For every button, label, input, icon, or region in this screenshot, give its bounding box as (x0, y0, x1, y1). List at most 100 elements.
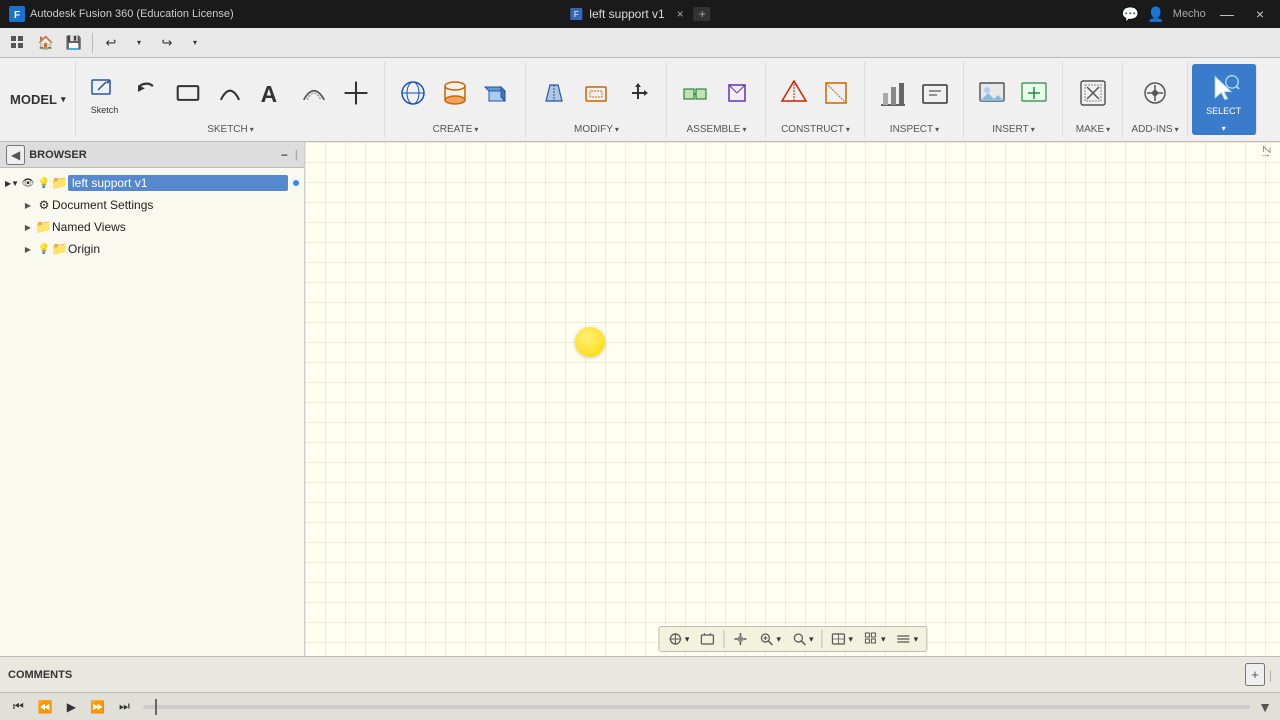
modify-tools (534, 64, 658, 122)
new-tab-btn[interactable]: + (694, 7, 711, 21)
construct-tools (774, 64, 856, 122)
offset-btn[interactable] (294, 75, 334, 111)
inspect2-btn[interactable] (915, 75, 955, 111)
timeline-marker-icon[interactable]: ▼ (1258, 699, 1272, 715)
tree-item-named-views[interactable]: ▶ 📁 Named Views (0, 216, 304, 238)
ribbon-section-addins: ADD-INS (1123, 62, 1187, 137)
redo-dropdown-btn[interactable]: ▾ (183, 31, 207, 55)
grid-snap-btn[interactable]: ▾ (859, 629, 890, 649)
timeline-play-btn[interactable]: ▶ (62, 698, 81, 716)
zoom-btn[interactable]: ▾ (787, 629, 818, 649)
root-bulb-icon[interactable]: 💡 (36, 175, 52, 191)
text-btn[interactable]: A (252, 75, 292, 111)
tab-close-icon[interactable]: × (677, 7, 684, 21)
view-options-btn[interactable]: ▾ (892, 629, 923, 649)
browser-header: ◀ BROWSER − | (0, 142, 304, 168)
chat-icon[interactable]: 💬 (1122, 6, 1139, 23)
browser-collapse-btn[interactable]: ◀ (6, 145, 25, 165)
modify-label[interactable]: MODIFY (574, 124, 619, 135)
timeline-last-btn[interactable]: ⏭ (114, 697, 135, 716)
svg-text:F: F (574, 10, 579, 19)
construct-btn[interactable] (774, 75, 814, 111)
create-extrude-btn[interactable] (477, 75, 517, 111)
modify-btn[interactable] (534, 75, 574, 111)
root-eye-icon[interactable]: 👁 (20, 175, 36, 191)
addins-label[interactable]: ADD-INS (1131, 124, 1178, 135)
canvas-area[interactable]: Z↑ ▾ (305, 142, 1280, 656)
toolbar-sep-1 (92, 33, 93, 53)
origin-eye-icon[interactable]: 💡 (36, 241, 52, 257)
make-label[interactable]: MAKE (1076, 124, 1110, 135)
titlebar-center: F left support v1 × + (569, 7, 710, 21)
insert2-btn[interactable] (1014, 75, 1054, 111)
inspect-btn[interactable] (873, 75, 913, 111)
undo-btn[interactable]: ↩ (99, 31, 123, 55)
titlebar: F Autodesk Fusion 360 (Education License… (0, 0, 1280, 28)
named-views-expand-icon[interactable]: ▶ (20, 219, 36, 235)
make-tools (1073, 64, 1113, 122)
modify3-btn[interactable] (618, 75, 658, 111)
tree-item-root[interactable]: ▼ 👁 💡 📁 left support v1 (0, 172, 304, 194)
insert-label[interactable]: INSERT (992, 124, 1035, 135)
inspect-label[interactable]: INSPECT (890, 124, 939, 135)
assemble-btn[interactable] (675, 75, 715, 111)
tree-item-origin[interactable]: ▶ 💡 📁 Origin (0, 238, 304, 260)
sketch-label[interactable]: SKETCH (207, 124, 254, 135)
app-title: Autodesk Fusion 360 (Education License) (30, 8, 234, 20)
undo-sketch-btn[interactable] (126, 75, 166, 111)
ribbon-section-construct: CONSTRUCT (766, 62, 865, 137)
timeline-prev-btn[interactable]: ⏪ (33, 698, 58, 716)
tree-item-doc-settings[interactable]: ▶ ⚙ Document Settings (0, 194, 304, 216)
timeline: ⏮ ⏪ ▶ ⏩ ⏭ ▼ (0, 692, 1280, 720)
add-comment-btn[interactable]: + (1245, 663, 1265, 686)
create-label[interactable]: CREATE (433, 124, 479, 135)
timeline-next-btn[interactable]: ⏩ (85, 698, 110, 716)
create-cylinder-btn[interactable] (435, 75, 475, 111)
display-mode-btn[interactable]: ▾ (827, 629, 858, 649)
grid-menu-btn[interactable] (6, 31, 30, 55)
vp-sep-2 (822, 630, 823, 648)
close-btn[interactable]: × (1248, 4, 1272, 24)
addins-btn[interactable] (1135, 75, 1175, 111)
origin-label: Origin (68, 242, 300, 256)
create-sphere-btn[interactable] (393, 75, 433, 111)
vp-sep-1 (723, 630, 724, 648)
origin-folder-icon: 📁 (52, 241, 68, 257)
model-dropdown-btn[interactable]: MODEL ▾ (0, 62, 76, 137)
point-btn[interactable] (336, 75, 376, 111)
arc-btn[interactable] (210, 75, 250, 111)
ribbon-section-modify: MODIFY (526, 62, 667, 137)
root-expand-icon[interactable]: ▼ (4, 175, 20, 191)
timeline-position-marker (155, 699, 157, 715)
addins-tools (1135, 64, 1175, 122)
browser-pipe: | (295, 149, 298, 161)
sketch-btn[interactable]: Sketch (84, 70, 124, 117)
assemble-label[interactable]: ASSEMBLE (687, 124, 747, 135)
redo-btn[interactable]: ↪ (155, 31, 179, 55)
rectangle-btn[interactable] (168, 75, 208, 111)
minimize-btn[interactable]: — (1214, 4, 1240, 24)
construct-label[interactable]: CONSTRUCT (781, 124, 850, 135)
yellow-circle (575, 327, 605, 357)
home-btn[interactable]: 🏠 (34, 31, 58, 55)
browser-minus-btn[interactable]: − (278, 147, 291, 163)
zoom-fit-btn[interactable]: ▾ (754, 629, 785, 649)
timeline-track[interactable] (143, 705, 1250, 709)
insert-image-btn[interactable] (972, 75, 1012, 111)
joint-origin-btn[interactable]: ▾ (663, 629, 694, 649)
named-views-folder-icon: 📁 (36, 219, 52, 235)
construct2-btn[interactable] (816, 75, 856, 111)
pan-btn[interactable] (728, 629, 752, 649)
account-icon[interactable]: 👤 (1147, 6, 1164, 23)
assemble2-btn[interactable] (717, 75, 757, 111)
origin-expand-icon[interactable]: ▶ (20, 241, 36, 257)
select-btn[interactable]: SELECT (1200, 71, 1248, 118)
timeline-first-btn[interactable]: ⏮ (8, 697, 29, 716)
titlebar-left: F Autodesk Fusion 360 (Education License… (8, 5, 234, 23)
make-btn[interactable] (1073, 75, 1113, 111)
doc-expand-icon[interactable]: ▶ (20, 197, 36, 213)
capture-position-btn[interactable] (695, 629, 719, 649)
save-btn[interactable]: 💾 (62, 31, 86, 55)
undo-dropdown-btn[interactable]: ▾ (127, 31, 151, 55)
modify2-btn[interactable] (576, 75, 616, 111)
